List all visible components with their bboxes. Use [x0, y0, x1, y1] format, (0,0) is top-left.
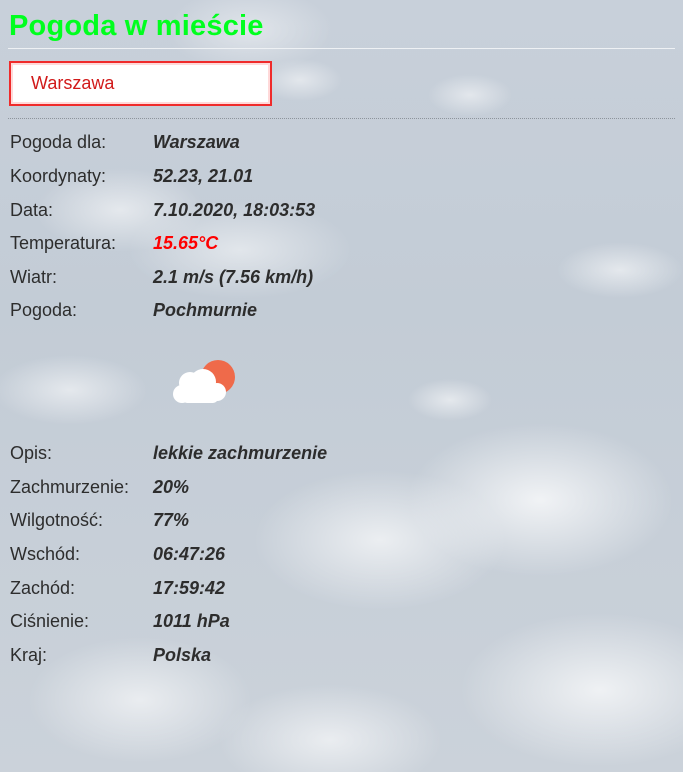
- info-row-temperature: Temperatura: 15.65°C: [10, 231, 218, 255]
- info-row-description: Opis: lekkie zachmurzenie: [10, 441, 327, 465]
- info-row-sunrise: Wschód: 06:47:26: [10, 542, 225, 566]
- sunset-value: 17:59:42: [153, 577, 226, 598]
- pressure-value: 1011 hPa: [153, 610, 230, 631]
- city-label: Pogoda dla:: [10, 131, 107, 152]
- info-row-city: Pogoda dla: Warszawa: [10, 130, 240, 154]
- info-row-pressure: Ciśnienie: 1011 hPa: [10, 609, 230, 633]
- page-title: Pogoda w mieście: [9, 10, 264, 42]
- info-row-humidity: Wilgotność: 77%: [10, 508, 189, 532]
- weather-label: Pogoda:: [10, 299, 78, 320]
- weather-value: Pochmurnie: [153, 299, 258, 320]
- info-row-coordinates: Koordynaty: 52.23, 21.01: [10, 164, 253, 188]
- cloudiness-value: 20%: [153, 476, 190, 497]
- city-input[interactable]: [31, 73, 261, 94]
- humidity-label: Wilgotność:: [10, 509, 104, 530]
- info-row-country: Kraj: Polska: [10, 643, 211, 667]
- info-row-cloudiness: Zachmurzenie: 20%: [10, 475, 189, 499]
- pressure-label: Ciśnienie:: [10, 610, 90, 631]
- info-row-date: Data: 7.10.2020, 18:03:53: [10, 198, 315, 222]
- city-value: Warszawa: [153, 131, 240, 152]
- description-label: Opis:: [10, 442, 53, 463]
- date-value: 7.10.2020, 18:03:53: [153, 199, 316, 220]
- sunrise-value: 06:47:26: [153, 543, 226, 564]
- country-label: Kraj:: [10, 644, 48, 665]
- section-divider: [8, 118, 675, 119]
- sunrise-label: Wschód:: [10, 543, 81, 564]
- partly-cloudy-icon: [173, 360, 235, 403]
- sunset-label: Zachód:: [10, 577, 76, 598]
- info-row-wind: Wiatr: 2.1 m/s (7.56 km/h): [10, 265, 313, 289]
- info-row-sunset: Zachód: 17:59:42: [10, 576, 225, 600]
- coordinates-value: 52.23, 21.01: [153, 165, 254, 186]
- title-divider: [8, 48, 675, 49]
- coordinates-label: Koordynaty:: [10, 165, 107, 186]
- temperature-label: Temperatura:: [10, 232, 117, 253]
- cloudiness-label: Zachmurzenie:: [10, 476, 130, 497]
- country-value: Polska: [153, 644, 212, 665]
- humidity-value: 77%: [153, 509, 190, 530]
- city-search-field[interactable]: [9, 61, 272, 106]
- description-value: lekkie zachmurzenie: [153, 442, 328, 463]
- date-label: Data:: [10, 199, 54, 220]
- wind-label: Wiatr:: [10, 266, 57, 287]
- wind-value: 2.1 m/s (7.56 km/h): [153, 266, 314, 287]
- temperature-value: 15.65°C: [153, 232, 219, 253]
- info-row-weather: Pogoda: Pochmurnie: [10, 298, 257, 322]
